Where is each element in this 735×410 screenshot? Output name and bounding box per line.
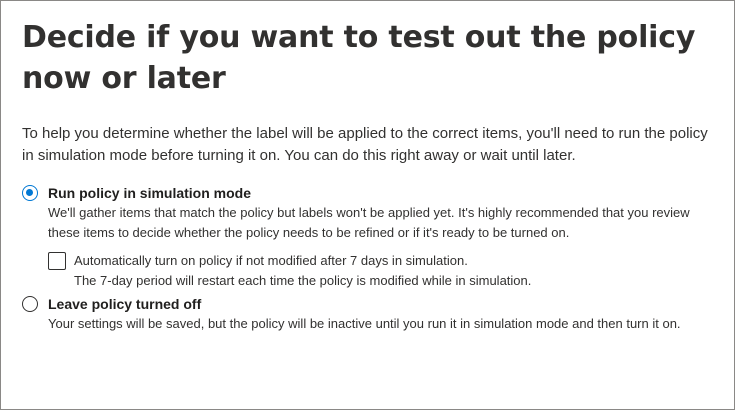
- policy-panel: Decide if you want to test out the polic…: [0, 0, 735, 410]
- page-title: Decide if you want to test out the polic…: [22, 20, 696, 96]
- simulation-option-description: We'll gather items that match the policy…: [48, 205, 690, 240]
- auto-turn-on-checkbox[interactable]: [48, 252, 66, 270]
- auto-turn-on-label[interactable]: Automatically turn on policy if not modi…: [74, 252, 712, 270]
- intro-text: To help you determine whether the label …: [22, 125, 708, 164]
- simulation-option-label[interactable]: Run policy in simulation mode: [48, 184, 712, 203]
- leave-off-radio-button[interactable]: [22, 296, 38, 312]
- auto-turn-on-description: The 7-day period will restart each time …: [74, 273, 532, 288]
- auto-turn-on-checkbox-row[interactable]: Automatically turn on policy if not modi…: [48, 252, 712, 290]
- leave-off-option-label[interactable]: Leave policy turned off: [48, 295, 712, 314]
- option-leave-off[interactable]: Leave policy turned off Your settings wi…: [22, 295, 712, 334]
- policy-content: Decide if you want to test out the polic…: [22, 17, 712, 334]
- option-run-simulation[interactable]: Run policy in simulation mode We'll gath…: [22, 184, 712, 290]
- leave-off-option-description: Your settings will be saved, but the pol…: [48, 316, 681, 331]
- simulation-radio-button[interactable]: [22, 185, 38, 201]
